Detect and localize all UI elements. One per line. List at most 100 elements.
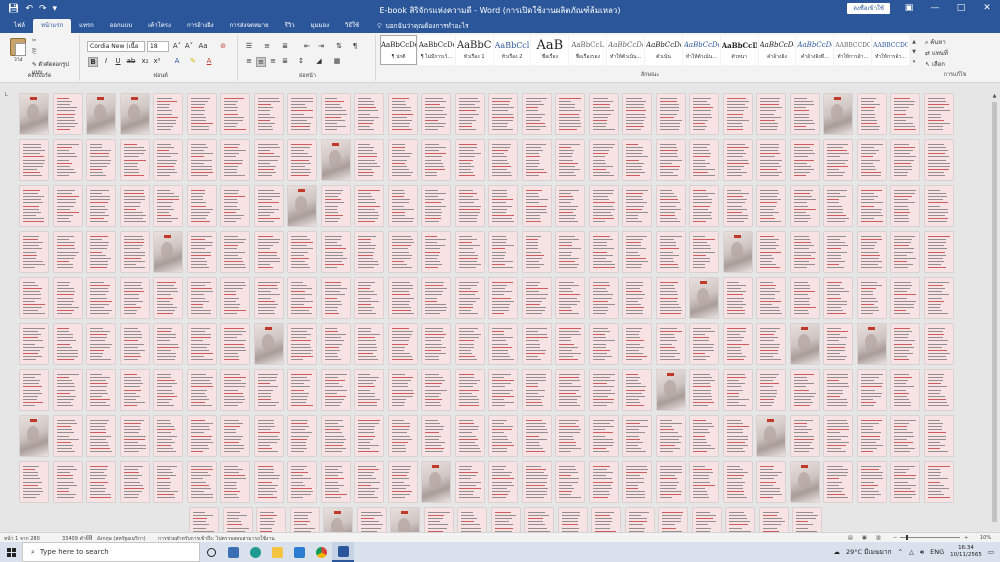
page-thumbnail[interactable] — [757, 232, 785, 272]
page-thumbnail[interactable] — [321, 462, 350, 502]
page-thumbnail[interactable] — [288, 278, 316, 318]
page-thumbnail[interactable] — [221, 278, 249, 318]
page-thumbnail[interactable] — [187, 370, 216, 410]
underline-icon[interactable]: U — [113, 57, 123, 65]
tab-review[interactable]: รีวิว — [277, 19, 303, 33]
page-thumbnail[interactable] — [87, 416, 115, 456]
page-thumbnail[interactable] — [20, 370, 48, 410]
page-thumbnail[interactable] — [556, 370, 584, 410]
task-view-icon[interactable] — [200, 542, 222, 562]
close-icon[interactable]: ✕ — [974, 0, 1000, 17]
page-thumbnail[interactable] — [120, 94, 149, 134]
page-thumbnail[interactable] — [522, 416, 551, 456]
word-icon[interactable] — [332, 542, 354, 562]
multilevel-list-icon[interactable]: ≣ — [280, 42, 290, 50]
page-thumbnail[interactable] — [20, 186, 48, 226]
page-thumbnail[interactable] — [422, 94, 450, 134]
page-thumbnail[interactable] — [790, 324, 819, 364]
page-thumbnail[interactable] — [53, 462, 82, 502]
page-thumbnail[interactable] — [321, 324, 350, 364]
page-thumbnail[interactable] — [723, 416, 752, 456]
page-thumbnail[interactable] — [187, 140, 216, 180]
page-thumbnail[interactable] — [154, 370, 182, 410]
page-thumbnail[interactable] — [589, 94, 618, 134]
page-thumbnail[interactable] — [790, 140, 819, 180]
page-thumbnail[interactable] — [489, 462, 517, 502]
page-thumbnail[interactable] — [757, 370, 785, 410]
chrome-icon[interactable] — [310, 542, 332, 562]
page-thumbnail[interactable] — [120, 278, 149, 318]
page-thumbnail[interactable] — [422, 324, 450, 364]
page-thumbnail[interactable] — [290, 508, 319, 532]
page-thumbnail[interactable] — [321, 416, 350, 456]
page-thumbnail[interactable] — [321, 94, 350, 134]
undo-icon[interactable]: ↶ — [25, 4, 33, 14]
page-thumbnail[interactable] — [623, 186, 651, 226]
page-thumbnail[interactable] — [891, 186, 919, 226]
page-thumbnail[interactable] — [924, 370, 953, 410]
text-effects-icon[interactable]: A — [172, 57, 182, 65]
page-thumbnail[interactable] — [623, 232, 651, 272]
page-thumbnail[interactable] — [355, 324, 383, 364]
page-thumbnail[interactable] — [187, 186, 216, 226]
page-thumbnail[interactable] — [824, 140, 852, 180]
page-thumbnail[interactable] — [190, 508, 218, 532]
page-thumbnail[interactable] — [321, 232, 350, 272]
page-thumbnail[interactable] — [87, 324, 115, 364]
page-thumbnail[interactable] — [87, 186, 115, 226]
page-thumbnail[interactable] — [824, 186, 852, 226]
weather-icon[interactable]: ☁ — [833, 548, 840, 556]
page-thumbnail[interactable] — [355, 416, 383, 456]
page-thumbnail[interactable] — [924, 416, 953, 456]
page-thumbnail[interactable] — [757, 186, 785, 226]
proofing-icon[interactable]: 📖︎ — [86, 535, 92, 541]
decrease-indent-icon[interactable]: ⇤ — [302, 42, 312, 50]
page-thumbnail[interactable] — [589, 140, 618, 180]
italic-icon[interactable]: I — [101, 57, 111, 65]
page-thumbnail[interactable] — [187, 94, 216, 134]
page-thumbnail[interactable] — [857, 324, 886, 364]
page-thumbnail[interactable] — [53, 232, 82, 272]
page-thumbnail[interactable] — [388, 416, 417, 456]
tab-layout[interactable]: เค้าโครง — [140, 19, 179, 33]
tab-insert[interactable]: แทรก — [71, 19, 102, 33]
page-thumbnail[interactable] — [723, 370, 752, 410]
page-thumbnail[interactable] — [857, 370, 886, 410]
page-thumbnail[interactable] — [87, 370, 115, 410]
page-thumbnail[interactable] — [455, 462, 484, 502]
tab-home[interactable]: หน้าแรก — [32, 19, 72, 33]
page-thumbnail[interactable] — [891, 324, 919, 364]
page-thumbnail[interactable] — [723, 232, 752, 272]
page-thumbnail[interactable] — [391, 508, 419, 532]
bold-icon[interactable]: B — [88, 57, 98, 67]
page-thumbnail[interactable] — [522, 232, 551, 272]
tab-references[interactable]: การอ้างอิง — [179, 19, 222, 33]
sign-in-button[interactable]: ลงชื่อเข้าใช้ — [847, 3, 890, 14]
page-thumbnail[interactable] — [154, 94, 182, 134]
page-thumbnail[interactable] — [422, 462, 450, 502]
page-thumbnail[interactable] — [692, 508, 721, 532]
align-right-icon[interactable]: ≡ — [268, 57, 278, 65]
chevron-up-icon[interactable]: ⌃ — [898, 548, 903, 556]
select-button[interactable]: ↖ เลือก — [925, 59, 945, 69]
page-thumbnail[interactable] — [20, 278, 48, 318]
clock[interactable]: 16:34 10/11/2565 — [950, 545, 982, 559]
page-thumbnail[interactable] — [589, 324, 618, 364]
style-intense-quote[interactable]: AaBbCcDc คำอ้างอิงที่... — [796, 35, 834, 65]
page-thumbnail[interactable] — [288, 94, 316, 134]
page-thumbnail[interactable] — [355, 94, 383, 134]
ribbon-display-icon[interactable]: ▣ — [896, 0, 922, 17]
page-thumbnail[interactable] — [891, 94, 919, 134]
page-thumbnail[interactable] — [288, 462, 316, 502]
page-thumbnail[interactable] — [757, 140, 785, 180]
page-thumbnail[interactable] — [87, 232, 115, 272]
clear-formatting-icon[interactable]: ⊘ — [218, 42, 228, 50]
style-subtle-reference[interactable]: AABBCCDC ทำให้การอ้า... — [834, 35, 872, 65]
page-thumbnail[interactable] — [221, 140, 249, 180]
page-thumbnail[interactable] — [857, 140, 886, 180]
page-thumbnail[interactable] — [690, 232, 718, 272]
page-thumbnail[interactable] — [790, 370, 819, 410]
strikethrough-icon[interactable]: ab — [126, 57, 136, 65]
page-thumbnail[interactable] — [489, 140, 517, 180]
tell-me-box[interactable]: 💡︎ บอกฉันว่าคุณต้องการทำอะไร — [367, 19, 469, 33]
